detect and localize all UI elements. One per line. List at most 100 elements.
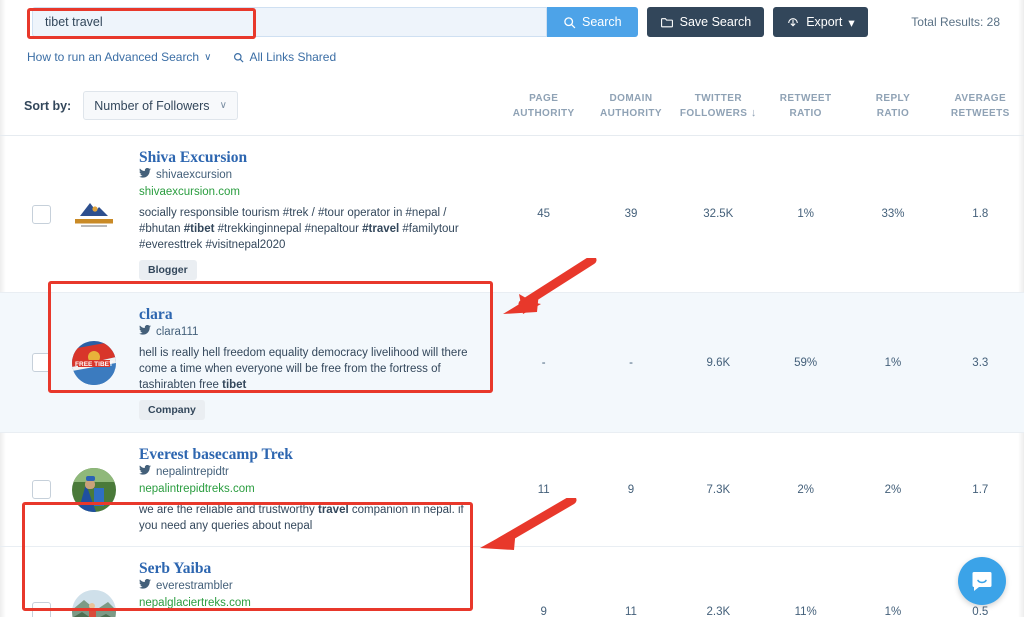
avatar [72, 589, 116, 617]
result-info-cell: Serb Yaiba everestrambler nepalglaciertre… [0, 547, 500, 617]
metric-page-authority: 11 [537, 483, 550, 496]
export-button[interactable]: Export ▾ [773, 7, 868, 37]
metric-reply-ratio: 1% [884, 605, 902, 617]
column-header-domain-authority[interactable]: DOMAIN AUTHORITY [587, 91, 674, 121]
chevron-down-icon: ∨ [204, 51, 212, 63]
table-row[interactable]: Shiva Excursion shivaexcursion shivaexcur… [0, 136, 1024, 293]
result-info-cell: Shiva Excursion shivaexcursion shivaexcur… [0, 136, 500, 292]
twitter-handle-text: shivaexcursion [156, 169, 233, 181]
column-header-line2: RATIO [876, 107, 910, 119]
metric-average-retweets: 0.5 [972, 605, 989, 617]
metric-twitter-followers: 32.5K [703, 208, 734, 220]
twitter-handle-text: nepalintrepidtr [156, 466, 229, 478]
result-name-link[interactable]: clara [139, 305, 484, 324]
search-icon [233, 52, 244, 63]
twitter-bird-icon [139, 167, 151, 184]
twitter-handle-text: everestrambler [156, 580, 233, 592]
avatar-image [72, 192, 116, 236]
result-bio: hell is really hell freedom equality dem… [139, 347, 468, 391]
result-bio: socially responsible tourism #trek / #to… [139, 207, 459, 251]
table-row[interactable]: Serb Yaiba everestrambler nepalglaciertre… [0, 547, 1024, 617]
metric-retweet-ratio: 11% [794, 605, 817, 617]
sub-links-row: How to run an Advanced Search ∨ All Link… [0, 44, 1024, 70]
row-select-checkbox[interactable] [32, 353, 51, 372]
avatar [72, 192, 116, 236]
twitter-handle[interactable]: everestrambler [139, 578, 484, 595]
advanced-search-link[interactable]: How to run an Advanced Search ∨ [27, 50, 211, 64]
table-row[interactable]: Everest basecamp Trek nepalintrepidtr nep… [0, 433, 1024, 547]
chevron-down-icon: ∨ [219, 100, 227, 111]
metric-reply-ratio: 2% [884, 483, 902, 496]
column-header-twitter-followers[interactable]: TWITTER FOLLOWERS ↓ [675, 91, 762, 121]
result-metrics: 45 39 32.5K 1% 33% 1.8 [500, 208, 1024, 220]
row-select-checkbox[interactable] [32, 204, 51, 224]
column-header-line2: RETWEETS [950, 107, 1010, 119]
result-name-link[interactable]: Shiva Excursion [139, 148, 484, 167]
metric-domain-authority: 9 [627, 483, 635, 496]
search-toolbar: Search Save Search Export ▾ Total Result… [0, 0, 1024, 44]
advanced-search-label: How to run an Advanced Search [27, 50, 200, 64]
result-details: Serb Yaiba everestrambler nepalglaciertre… [139, 559, 484, 617]
metric-retweet-ratio: 59% [794, 356, 818, 369]
column-header-line1: TWITTER [694, 92, 742, 104]
column-header-line2: AUTHORITY [600, 107, 662, 119]
column-headers: PAGE AUTHORITY DOMAIN AUTHORITY TWITTER FOLLO… [500, 91, 1024, 121]
avatar-image [72, 589, 116, 617]
sort-by-dropdown[interactable]: Number of Followers ∨ [83, 91, 238, 120]
search-field-wrapper [32, 7, 547, 37]
twitter-handle[interactable]: nepalintrepidtr [139, 464, 484, 481]
chevron-down-icon: ▾ [848, 15, 855, 30]
search-input[interactable] [33, 8, 546, 36]
column-header-line2: FOLLOWERS ↓ [679, 106, 757, 119]
export-download-icon [786, 16, 800, 29]
column-header-retweet-ratio[interactable]: RETWEET RATIO [762, 91, 849, 121]
twitter-bird-icon [139, 324, 151, 341]
result-name-link[interactable]: Serb Yaiba [139, 559, 484, 578]
metric-reply-ratio: 1% [884, 356, 902, 369]
result-bio: we are the reliable and trustworthy trav… [139, 504, 464, 532]
metric-retweet-ratio: 2% [797, 483, 814, 496]
result-name-link[interactable]: Everest basecamp Trek [139, 445, 484, 464]
result-domain-link[interactable]: nepalintrepidtreks.com [139, 481, 484, 498]
column-header-line2: AUTHORITY [512, 107, 575, 119]
column-header-line1: PAGE [529, 92, 559, 104]
result-details: clara clara111 hell is really hell freedo… [139, 305, 484, 420]
save-search-button[interactable]: Save Search [646, 7, 765, 37]
avatar: FREE TIBET [72, 340, 116, 385]
export-label: Export [806, 15, 843, 29]
row-select-checkbox[interactable] [32, 480, 51, 499]
sort-by-label: Sort by: [24, 98, 72, 113]
metric-reply-ratio: 33% [881, 208, 905, 220]
chat-bubble-icon [972, 572, 992, 591]
result-metrics: 11 9 7.3K 2% 2% 1.7 [500, 484, 1024, 496]
column-header-page-authority[interactable]: PAGE AUTHORITY [500, 91, 587, 121]
sort-by-value: Number of Followers [94, 98, 210, 113]
result-metrics: - - 9.6K 59% 1% 3.3 [500, 357, 1024, 369]
metric-domain-authority: - [629, 356, 633, 369]
sort-arrow-down-icon: ↓ [747, 106, 757, 119]
table-row[interactable]: FREE TIBET clara clara111 hell is really … [0, 293, 1024, 433]
column-header-average-retweets[interactable]: AVERAGE RETWEETS [937, 91, 1024, 121]
result-domain-link[interactable]: nepalglaciertreks.com [139, 595, 484, 612]
result-type-badge: Blogger [139, 260, 197, 280]
column-header-reply-ratio[interactable]: REPLY RATIO [849, 91, 936, 121]
chat-bubble-button[interactable] [958, 557, 1006, 605]
metric-average-retweets: 1.8 [972, 208, 989, 220]
twitter-handle[interactable]: clara111 [139, 324, 484, 341]
metric-domain-authority: 11 [625, 605, 637, 617]
column-header-line1: RETWEET [779, 92, 832, 104]
search-button-label: Search [582, 15, 622, 29]
metric-page-authority: - [541, 356, 546, 369]
avatar-image [72, 467, 116, 512]
twitter-handle-text: clara111 [156, 326, 199, 338]
result-domain-link[interactable]: shivaexcursion.com [139, 184, 484, 201]
avatar [72, 467, 116, 512]
search-button[interactable]: Search [547, 7, 638, 37]
app-root: Search Save Search Export ▾ Total Result… [0, 0, 1024, 617]
all-links-shared-link[interactable]: All Links Shared [233, 50, 336, 64]
metric-domain-authority: 39 [624, 208, 638, 220]
row-select-checkbox[interactable] [32, 602, 51, 617]
twitter-bird-icon [139, 578, 151, 595]
metric-retweet-ratio: 1% [797, 208, 814, 220]
twitter-handle[interactable]: shivaexcursion [139, 167, 484, 184]
